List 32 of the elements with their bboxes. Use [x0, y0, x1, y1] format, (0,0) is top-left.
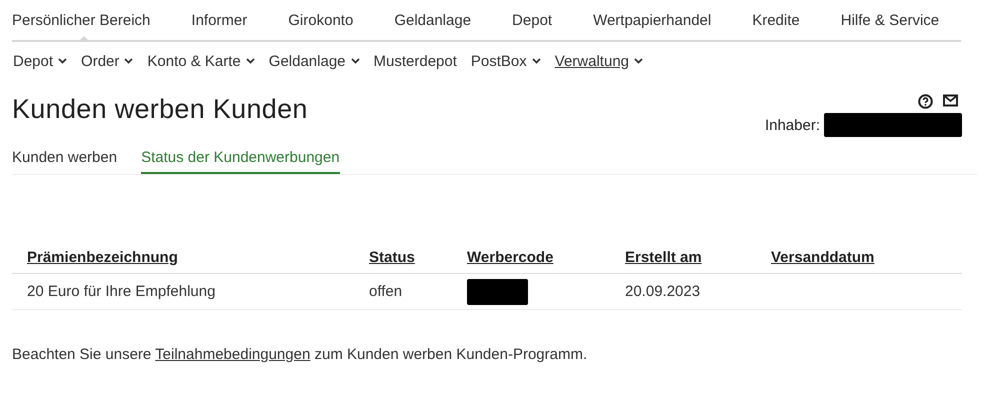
page-title: Kunden werben Kunden [12, 94, 308, 126]
nav-link[interactable]: Depot [512, 12, 552, 28]
column-header[interactable]: Status [369, 249, 415, 266]
nav-link[interactable]: Hilfe & Service [840, 12, 940, 28]
tab[interactable]: Kunden werben [12, 145, 118, 174]
mail-icon[interactable] [943, 94, 958, 107]
column-header[interactable]: Werbercode [467, 249, 554, 266]
help-icon[interactable] [918, 94, 933, 109]
subnav-link[interactable]: PostBox [470, 52, 527, 70]
nav-link[interactable]: Kredite [752, 12, 800, 28]
subnav-link[interactable]: Geldanlage [268, 52, 346, 70]
column-header[interactable]: Versanddatum [771, 249, 874, 266]
nav-link[interactable]: Girokonto [288, 12, 354, 28]
nav-link[interactable]: Wertpapierhandel [593, 12, 712, 28]
column-header[interactable]: Erstellt am [625, 249, 702, 266]
conditions-link[interactable]: Teilnahmebedingungen [155, 346, 310, 363]
column-header[interactable]: Prämienbezeichnung [27, 249, 178, 266]
subnav-link[interactable]: Musterdepot [374, 52, 457, 70]
table-cell: 20.09.2023 [625, 283, 700, 300]
subnav-link[interactable]: Verwaltung [554, 52, 629, 70]
nav-link[interactable]: Informer [191, 12, 248, 28]
table-cell: 20 Euro für Ihre Empfehlung [27, 283, 216, 300]
subnav-link[interactable]: Order [81, 52, 120, 70]
subnav-link[interactable]: Konto & Karte [147, 52, 241, 70]
owner-label: Inhaber: [764, 116, 820, 134]
redaction-bar [467, 279, 528, 306]
subnav-link[interactable]: Depot [13, 52, 54, 70]
nav-link[interactable]: Geldanlage [394, 12, 472, 28]
table-cell: offen [369, 283, 402, 300]
nav-link[interactable]: Persönlicher Bereich [12, 12, 150, 28]
conditions-note: Beachten Sie unsere Teilnahmebedingungen zum Kunden werben Kunden-Programm. [12, 346, 588, 363]
tab[interactable]: Status der Kundenwerbungen [141, 145, 340, 174]
